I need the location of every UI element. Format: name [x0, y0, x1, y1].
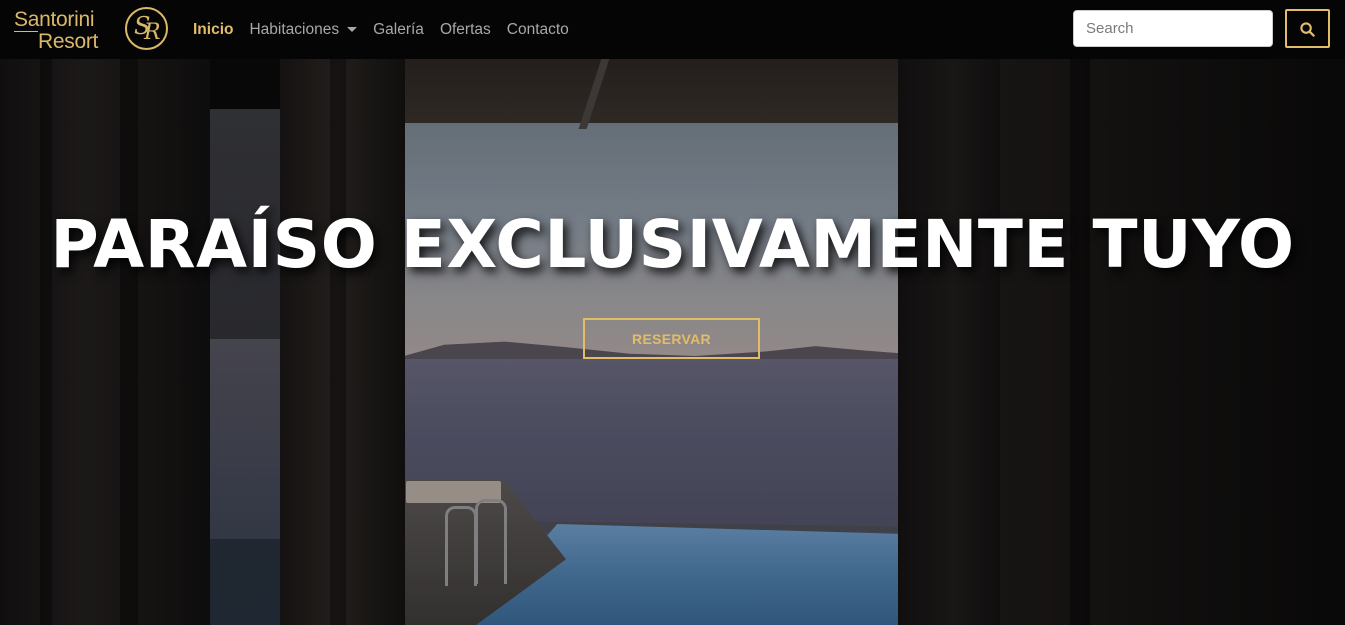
- reserve-button[interactable]: RESERVAR: [583, 318, 760, 359]
- hero-title: PARAÍSO EXCLUSIVAMENTE TUYO: [50, 206, 1295, 283]
- brand-emblem-icon: S R: [125, 7, 168, 50]
- nav-item-ofertas[interactable]: Ofertas: [440, 21, 491, 39]
- brand-rule: [14, 31, 38, 32]
- emblem-letter-r: R: [144, 20, 161, 45]
- hero-section: PARAÍSO EXCLUSIVAMENTE TUYO RESERVAR: [0, 59, 1345, 625]
- nav-item-habitaciones-label: Habitaciones: [249, 20, 340, 38]
- brand-name-line2: Resort: [38, 30, 99, 53]
- search-icon: [1300, 22, 1315, 37]
- chevron-down-icon: [347, 27, 358, 32]
- brand-logo[interactable]: Santorini Resort S R: [12, 4, 172, 54]
- brand-name-line1: Santorini: [14, 8, 95, 31]
- brand-wordmark: Santorini Resort: [12, 6, 120, 53]
- nav-item-contacto[interactable]: Contacto: [507, 21, 569, 39]
- nav-item-galeria[interactable]: Galería: [373, 21, 424, 39]
- nav-item-inicio[interactable]: Inicio: [193, 21, 233, 39]
- search-input[interactable]: [1073, 10, 1273, 47]
- nav-item-habitaciones[interactable]: Habitaciones: [249, 20, 358, 39]
- top-navbar: Santorini Resort S R Inicio Habitaciones…: [0, 0, 1345, 59]
- nav-links: Inicio Habitaciones Galería Ofertas Cont…: [193, 0, 585, 59]
- search-button[interactable]: [1285, 9, 1330, 48]
